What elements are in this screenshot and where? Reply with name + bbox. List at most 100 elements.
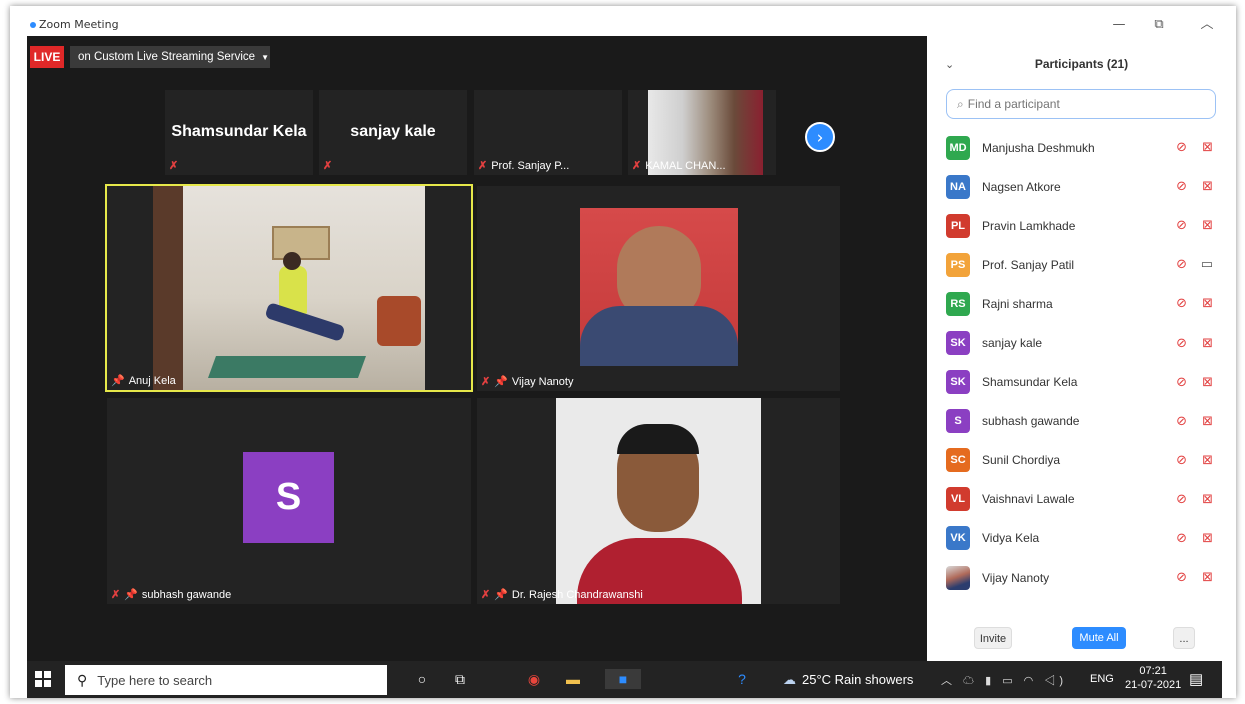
avatar: RS bbox=[946, 291, 970, 316]
invite-button[interactable]: Invite bbox=[974, 627, 1012, 649]
video-off-icon[interactable]: ⊠ bbox=[1202, 179, 1213, 194]
strip-tile-4[interactable]: ✗ KAMAL CHAN... bbox=[628, 90, 776, 175]
mic-muted-icon[interactable]: ⊘ bbox=[1176, 375, 1187, 390]
tile-label-text: Vijay Nanoty bbox=[511, 375, 574, 388]
chrome-icon[interactable]: ◉ bbox=[523, 669, 545, 689]
participant-name: Vidya Kela bbox=[982, 531, 1040, 546]
participant-row[interactable]: Ssubhash gawande ⊘ ⊠ bbox=[946, 402, 1221, 441]
video-off-icon[interactable]: ⊠ bbox=[1202, 336, 1213, 351]
live-badge[interactable]: LIVE bbox=[30, 46, 64, 68]
tile-label-text: Prof. Sanjay P... bbox=[491, 159, 570, 172]
mic-muted-icon[interactable]: ⊘ bbox=[1176, 296, 1187, 311]
avatar: PS bbox=[946, 252, 970, 277]
video-off-icon[interactable]: ⊠ bbox=[1202, 492, 1213, 507]
clock[interactable]: 07:21 21-07-2021 bbox=[1125, 664, 1181, 692]
popout-icon[interactable]: ⧉ bbox=[1152, 18, 1166, 32]
window-title: Zoom Meeting bbox=[30, 18, 119, 31]
system-tray-icons[interactable]: ︿ ☁ ▮ ▭ ◠ ◁) bbox=[941, 672, 1067, 688]
gallery-tile-vijay-nanoty[interactable]: ✗ 📌 Vijay Nanoty bbox=[477, 186, 840, 391]
gallery-tile-anuj-kela[interactable]: 📌 Anuj Kela bbox=[105, 184, 473, 392]
avatar: VK bbox=[946, 526, 970, 551]
video-off-icon[interactable]: ⊠ bbox=[1202, 296, 1213, 311]
tile-label: ✗ Prof. Sanjay P... bbox=[478, 159, 570, 173]
video-off-icon[interactable]: ⊠ bbox=[1202, 375, 1213, 390]
strip-tile-2[interactable]: sanjay kale ✗ bbox=[319, 90, 467, 175]
video-off-icon[interactable]: ⊠ bbox=[1202, 531, 1213, 546]
participant-row[interactable]: SC Sunil Chordiya ⊘ ⊠ bbox=[946, 441, 1221, 480]
video-off-icon[interactable]: ⊠ bbox=[1202, 453, 1213, 468]
minimize-icon[interactable]: — bbox=[1112, 18, 1126, 32]
title-bar: Zoom Meeting — ⧉ ︿ bbox=[10, 6, 1236, 36]
participant-row[interactable]: SK Shamsundar Kela ⊘ ⊠ bbox=[946, 363, 1221, 402]
sofa-shape bbox=[377, 296, 421, 346]
more-options-button[interactable]: ... bbox=[1173, 627, 1195, 649]
next-page-button[interactable]: › bbox=[805, 122, 835, 152]
tile-label: ✗ 📌 subhash gawande bbox=[111, 588, 231, 602]
notification-icon[interactable]: ▤ bbox=[1189, 670, 1203, 688]
zoom-taskbar-icon[interactable]: ■ bbox=[605, 669, 641, 689]
stream-service-button[interactable]: on Custom Live Streaming Service ▼ bbox=[70, 46, 270, 68]
avatar: SC bbox=[946, 448, 970, 473]
participant-row[interactable]: Vijay Nanoty ⊘ ⊠ bbox=[946, 558, 1221, 597]
help-icon[interactable]: ? bbox=[731, 669, 753, 689]
video-off-icon[interactable]: ⊠ bbox=[1202, 414, 1213, 429]
participant-row[interactable]: PS Prof. Sanjay Patil ⊘ ▭ bbox=[946, 245, 1221, 284]
mic-muted-icon[interactable]: ⊘ bbox=[1176, 453, 1187, 468]
mic-muted-icon[interactable]: ⊘ bbox=[1176, 531, 1187, 546]
pin-icon: 📌 bbox=[494, 589, 508, 601]
participant-row[interactable]: VK Vidya Kela ⊘ ⊠ bbox=[946, 519, 1221, 558]
zoom-logo-icon bbox=[30, 22, 36, 28]
video-off-icon[interactable]: ⊠ bbox=[1202, 570, 1213, 585]
participant-name: Vijay Nanoty bbox=[982, 570, 1050, 585]
gallery-tile-rajesh-chandrawanshi[interactable]: ✗ 📌 Dr. Rajesh Chandrawanshi bbox=[477, 398, 840, 604]
avatar: VL bbox=[946, 487, 970, 512]
mic-muted-icon[interactable]: ⊘ bbox=[1176, 218, 1187, 233]
mic-muted-icon[interactable]: ⊘ bbox=[1176, 336, 1187, 351]
strip-tile-1[interactable]: Shamsundar Kela ✗ bbox=[165, 90, 313, 175]
window-title-text: Zoom Meeting bbox=[39, 18, 119, 31]
strip-tile-name: sanjay kale bbox=[350, 123, 436, 140]
mic-muted-icon[interactable]: ⊘ bbox=[1176, 257, 1187, 272]
mic-muted-icon: ✗ bbox=[478, 160, 488, 172]
mute-all-button[interactable]: Mute All bbox=[1072, 627, 1126, 649]
person-suit-shape bbox=[580, 306, 738, 366]
participant-name: Rajni sharma bbox=[982, 296, 1053, 311]
mic-muted-icon[interactable]: ⊘ bbox=[1176, 414, 1187, 429]
mic-muted-icon[interactable]: ⊘ bbox=[1176, 492, 1187, 507]
clock-time: 07:21 bbox=[1139, 665, 1167, 677]
participant-search-input[interactable] bbox=[967, 97, 1188, 111]
participant-row[interactable]: MD Manjusha Deshmukh ⊘ ⊠ bbox=[946, 128, 1221, 167]
tile-label-text: Anuj Kela bbox=[128, 374, 176, 387]
video-off-icon[interactable]: ⊠ bbox=[1202, 140, 1213, 155]
meeting-view: LIVE on Custom Live Streaming Service ▼ S… bbox=[27, 36, 927, 661]
windows-start-icon[interactable] bbox=[35, 671, 51, 687]
task-view-icon[interactable]: ⧉ bbox=[449, 669, 471, 689]
participant-row[interactable]: VL Vaishnavi Lawale ⊘ ⊠ bbox=[946, 480, 1221, 519]
mic-muted-icon[interactable]: ⊘ bbox=[1176, 570, 1187, 585]
participant-name: Prof. Sanjay Patil bbox=[982, 257, 1075, 272]
gallery-tile-subhash-gawande[interactable]: S ✗ 📌 subhash gawande bbox=[107, 398, 471, 604]
cortana-icon[interactable]: ○ bbox=[411, 669, 433, 689]
participant-row[interactable]: RS Rajni sharma ⊘ ⊠ bbox=[946, 284, 1221, 323]
mic-muted-icon[interactable]: ⊘ bbox=[1176, 179, 1187, 194]
language-indicator[interactable]: ENG bbox=[1090, 673, 1114, 685]
participant-row[interactable]: SK sanjay kale ⊘ ⊠ bbox=[946, 323, 1221, 362]
participant-row[interactable]: NA Nagsen Atkore ⊘ ⊠ bbox=[946, 167, 1221, 206]
pin-icon: 📌 bbox=[111, 375, 125, 387]
weather-widget[interactable]: ☁ 25°C Rain showers bbox=[783, 672, 913, 688]
taskbar-search[interactable]: ⚲ Type here to search bbox=[65, 665, 387, 695]
tile-label-text: KAMAL CHAN... bbox=[645, 159, 726, 172]
file-explorer-icon[interactable]: ▬ bbox=[562, 669, 584, 689]
weather-text: 25°C Rain showers bbox=[802, 672, 914, 687]
mic-muted-icon[interactable]: ⊘ bbox=[1176, 140, 1187, 155]
search-icon: ⌕ bbox=[957, 96, 964, 111]
strip-tile-3[interactable]: ✗ Prof. Sanjay P... bbox=[474, 90, 622, 175]
participant-name: Pravin Lamkhade bbox=[982, 218, 1076, 233]
participant-row[interactable]: PL Pravin Lamkhade ⊘ ⊠ bbox=[946, 206, 1221, 245]
video-on-icon[interactable]: ▭ bbox=[1201, 257, 1213, 272]
participant-name: sanjay kale bbox=[982, 336, 1043, 351]
participant-search[interactable]: ⌕ bbox=[946, 89, 1216, 119]
collapse-icon[interactable]: ︿ bbox=[1200, 18, 1214, 32]
avatar: S bbox=[946, 409, 970, 434]
video-off-icon[interactable]: ⊠ bbox=[1202, 218, 1213, 233]
